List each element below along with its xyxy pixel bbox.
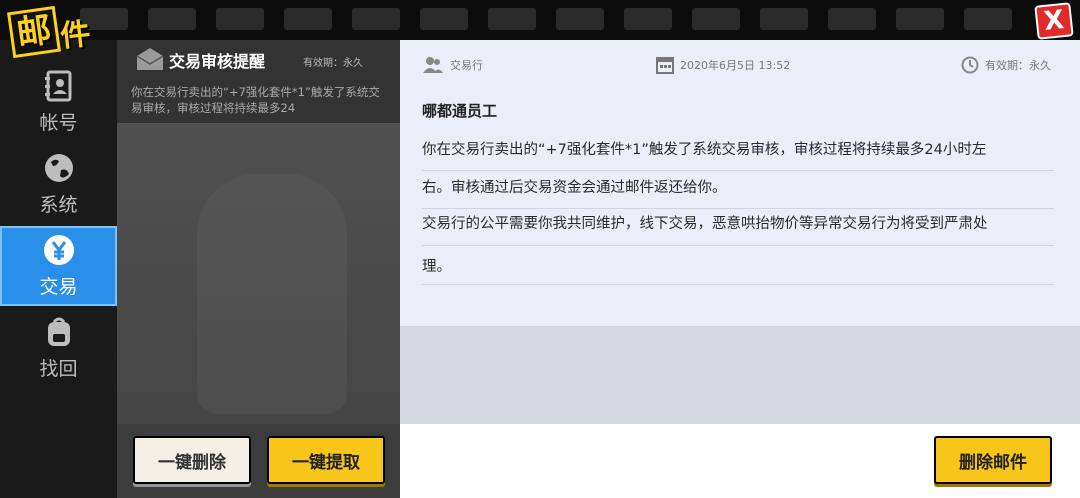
yuan-coin-icon xyxy=(43,234,74,265)
mail-body-line: 理。 xyxy=(422,259,451,275)
film-hole xyxy=(148,8,196,30)
film-hole xyxy=(352,8,400,30)
title-char-1: 邮 xyxy=(7,5,61,59)
backpack-icon xyxy=(47,317,70,346)
sidebar-item-label: 找回 xyxy=(39,357,78,380)
mail-sender: 交易行 xyxy=(422,56,483,74)
mail-title-logo: 邮 件 xyxy=(7,5,93,59)
contacts-book-icon xyxy=(44,70,71,101)
sidebar: 帐号 系统 交易 找回 xyxy=(0,40,117,498)
mail-list-footer: 一键删除 一键提取 xyxy=(117,424,400,498)
close-button[interactable]: X xyxy=(1034,2,1074,40)
film-hole xyxy=(828,8,876,30)
film-hole xyxy=(964,8,1012,30)
mail-body-line: 交易行的公平需要你我共同维护，线下交易，恶意哄抬物价等异常交易行为将受到严肃处 xyxy=(422,216,988,232)
mail-body-line: 右。审核通过后交易资金会通过邮件返还给你。 xyxy=(422,180,727,196)
film-hole xyxy=(624,8,672,30)
title-char-2: 件 xyxy=(58,16,93,55)
film-hole xyxy=(760,8,808,30)
mail-body-line: 你在交易行卖出的“+7强化套件*1”触发了系统交易审核，审核过程将持续最多24小… xyxy=(422,142,987,158)
mail-detail-panel: 交易行 2020年6月5日 13:52 有效期：永久 哪都通员工 你在交易行卖出… xyxy=(400,40,1080,498)
calendar-icon xyxy=(656,57,674,74)
close-icon: X xyxy=(1042,5,1066,37)
divider xyxy=(422,245,1054,246)
film-hole xyxy=(896,8,944,30)
collect-all-button[interactable]: 一键提取 xyxy=(267,436,385,484)
mail-validity: 有效期：永久 xyxy=(303,58,363,69)
film-hole xyxy=(692,8,740,30)
delete-mail-button[interactable]: 删除邮件 xyxy=(934,436,1052,484)
film-hole xyxy=(420,8,468,30)
globe-icon xyxy=(44,153,73,182)
sidebar-item-label: 交易 xyxy=(39,275,78,298)
validity-text: 有效期：永久 xyxy=(985,59,1051,72)
sidebar-item-system[interactable]: 系统 xyxy=(0,144,117,224)
mail-list-item[interactable]: 交易审核提醒 有效期：永久 你在交易行卖出的“+7强化套件*1”触发了系统交易审… xyxy=(117,40,400,124)
divider xyxy=(422,284,1054,285)
date-text: 2020年6月5日 13:52 xyxy=(680,59,791,72)
mail-detail-footer: 删除邮件 xyxy=(400,424,1080,498)
film-hole xyxy=(284,8,332,30)
film-hole xyxy=(488,8,536,30)
background-illustration xyxy=(117,124,400,464)
film-hole xyxy=(556,8,604,30)
content-shade xyxy=(400,326,1080,424)
film-hole xyxy=(216,8,264,30)
delete-all-button[interactable]: 一键删除 xyxy=(133,436,251,484)
sidebar-item-label: 系统 xyxy=(39,193,78,216)
film-strip-header xyxy=(0,0,1080,40)
character-silhouette xyxy=(197,174,347,414)
mail-title: 交易审核提醒 xyxy=(169,52,266,71)
mail-greeting: 哪都通员工 xyxy=(422,102,498,120)
sender-name: 交易行 xyxy=(450,59,483,72)
mail-preview: 你在交易行卖出的“+7强化套件*1”触发了系统交易审核，审核过程将持续最多24 xyxy=(131,85,380,115)
user-group-icon xyxy=(423,57,443,73)
mail-list-panel: 交易审核提醒 有效期：永久 你在交易行卖出的“+7强化套件*1”触发了系统交易审… xyxy=(117,40,400,498)
sidebar-item-trade[interactable]: 交易 xyxy=(0,226,117,306)
sidebar-item-recover[interactable]: 找回 xyxy=(0,308,117,388)
clock-icon xyxy=(961,56,979,74)
mail-validity-detail: 有效期：永久 xyxy=(961,56,1051,74)
mail-date: 2020年6月5日 13:52 xyxy=(656,56,790,74)
envelope-icon xyxy=(136,48,164,70)
sidebar-item-label: 帐号 xyxy=(39,111,78,134)
sidebar-item-account[interactable]: 帐号 xyxy=(0,62,117,142)
